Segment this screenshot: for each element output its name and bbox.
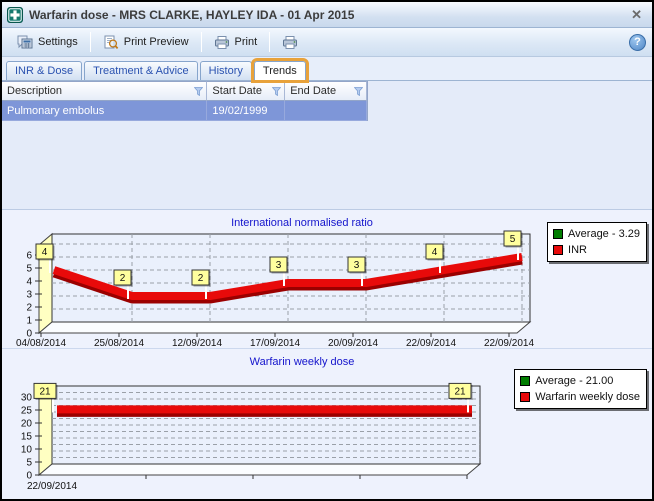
- inr-chart-title: International normalised ratio: [2, 217, 602, 229]
- point-label-value: 21: [454, 386, 466, 397]
- column-header-start-date[interactable]: Start Date: [207, 81, 285, 101]
- point-label-value: 3: [276, 260, 282, 271]
- y-axis-label: 0: [26, 471, 32, 482]
- cell-start-date: 19/02/1999: [207, 101, 285, 121]
- settings-button[interactable]: Settings: [8, 31, 87, 54]
- trends-content-panel: Description Start Date End Date: [2, 80, 652, 210]
- toolbar-separator: [269, 32, 270, 52]
- y-axis-label: 25: [21, 406, 33, 417]
- y-axis-label: 1: [26, 316, 32, 327]
- x-axis-label: 22/09/2014: [484, 338, 534, 349]
- help-button[interactable]: ?: [629, 34, 646, 51]
- y-axis-label: 2: [26, 303, 32, 314]
- legend-item: INR: [553, 242, 640, 258]
- y-axis-label: 6: [26, 251, 32, 262]
- toolbar-separator: [201, 32, 202, 52]
- legend-swatch-icon: [553, 229, 563, 239]
- close-button[interactable]: ✕: [629, 7, 644, 23]
- legend-label: Warfarin weekly dose: [535, 389, 640, 405]
- x-axis-label: 22/09/2014: [27, 481, 77, 492]
- inr-chart-panel: International normalised ratio Average -…: [2, 210, 652, 349]
- print-preview-icon: [103, 35, 119, 50]
- problems-table: Description Start Date End Date: [2, 81, 368, 121]
- dose-chart-title: Warfarin weekly dose: [2, 356, 602, 368]
- settings-label: Settings: [38, 36, 78, 48]
- x-axis-label: 25/08/2014: [94, 338, 144, 349]
- y-axis-label: 5: [26, 458, 32, 469]
- print-label: Print: [235, 36, 258, 48]
- point-label-value: 4: [432, 247, 438, 258]
- warfarin-dose-window: Warfarin dose - MRS CLARKE, HAYLEY IDA -…: [0, 0, 654, 501]
- filter-funnel-icon[interactable]: [354, 87, 363, 96]
- y-axis-label: 5: [26, 264, 32, 275]
- tab-trends[interactable]: Trends: [254, 61, 306, 80]
- print-preview-label: Print Preview: [124, 36, 189, 48]
- table-row-pulmonary-embolus[interactable]: Pulmonary embolus 19/02/1999: [2, 101, 367, 121]
- tab-history[interactable]: History: [200, 61, 252, 80]
- x-axis-label: 20/09/2014: [328, 338, 378, 349]
- tab-inr-and-dose[interactable]: INR & Dose: [6, 61, 82, 80]
- dose-chart-legend: Average - 21.00Warfarin weekly dose: [514, 369, 647, 409]
- y-axis-label: 15: [21, 432, 33, 443]
- tab-bar: INR & Dose Treatment & Advice History Tr…: [2, 57, 652, 80]
- toolbar: Settings Print Preview Print: [2, 28, 652, 57]
- title-bar: Warfarin dose - MRS CLARKE, HAYLEY IDA -…: [2, 2, 652, 28]
- column-header-end-date[interactable]: End Date: [285, 81, 367, 101]
- print-a4-report-button[interactable]: [273, 31, 312, 54]
- point-label-value: 4: [42, 247, 48, 258]
- charts-area: International normalised ratio Average -…: [2, 210, 652, 499]
- filter-funnel-icon[interactable]: [194, 87, 203, 96]
- legend-item: Average - 3.29: [553, 226, 640, 242]
- print-button[interactable]: Print: [205, 31, 267, 54]
- x-axis-label: 04/08/2014: [16, 338, 66, 349]
- chart-floor: [39, 322, 530, 333]
- legend-item: Average - 21.00: [520, 373, 640, 389]
- column-header-label: Start Date: [212, 85, 262, 97]
- y-axis-label: 30: [21, 393, 33, 404]
- filter-funnel-icon[interactable]: [272, 87, 281, 96]
- point-label-value: 2: [198, 273, 204, 284]
- cell-description: Pulmonary embolus: [2, 101, 207, 121]
- legend-item: Warfarin weekly dose: [520, 389, 640, 405]
- x-axis-label: 22/09/2014: [406, 338, 456, 349]
- medical-cross-icon: [7, 7, 23, 23]
- column-header-label: End Date: [290, 85, 336, 97]
- column-header-label: Description: [7, 85, 62, 97]
- y-axis-label: 20: [21, 419, 33, 430]
- point-label-value: 21: [39, 386, 51, 397]
- x-axis-label: 17/09/2014: [250, 338, 300, 349]
- legend-swatch-icon: [520, 392, 530, 402]
- dose-chart-panel: Warfarin weekly dose Average - 21.00Warf…: [2, 349, 652, 498]
- x-axis-label: 12/09/2014: [172, 338, 222, 349]
- point-label-value: 2: [120, 273, 126, 284]
- legend-swatch-icon: [520, 376, 530, 386]
- table-header-row: Description Start Date End Date: [2, 81, 367, 101]
- toolbar-separator: [90, 32, 91, 52]
- legend-swatch-icon: [553, 245, 563, 255]
- legend-label: Average - 21.00: [535, 373, 613, 389]
- legend-label: Average - 3.29: [568, 226, 640, 242]
- y-axis-label: 4: [26, 277, 32, 288]
- print-icon: [214, 35, 230, 50]
- column-header-description[interactable]: Description: [2, 81, 207, 101]
- chart-floor: [39, 464, 480, 475]
- cell-end-date: [285, 101, 367, 121]
- point-label-value: 3: [354, 260, 360, 271]
- tab-treatment-and-advice[interactable]: Treatment & Advice: [84, 61, 198, 80]
- legend-label: INR: [568, 242, 587, 258]
- y-axis-label: 3: [26, 290, 32, 301]
- print-preview-button[interactable]: Print Preview: [94, 31, 198, 54]
- window-title: Warfarin dose - MRS CLARKE, HAYLEY IDA -…: [29, 8, 623, 22]
- y-axis-label: 10: [21, 445, 33, 456]
- print-a4-report-icon: [282, 35, 298, 50]
- settings-icon: [17, 35, 33, 50]
- inr-chart-legend: Average - 3.29INR: [547, 222, 647, 262]
- point-label-value: 5: [510, 234, 516, 245]
